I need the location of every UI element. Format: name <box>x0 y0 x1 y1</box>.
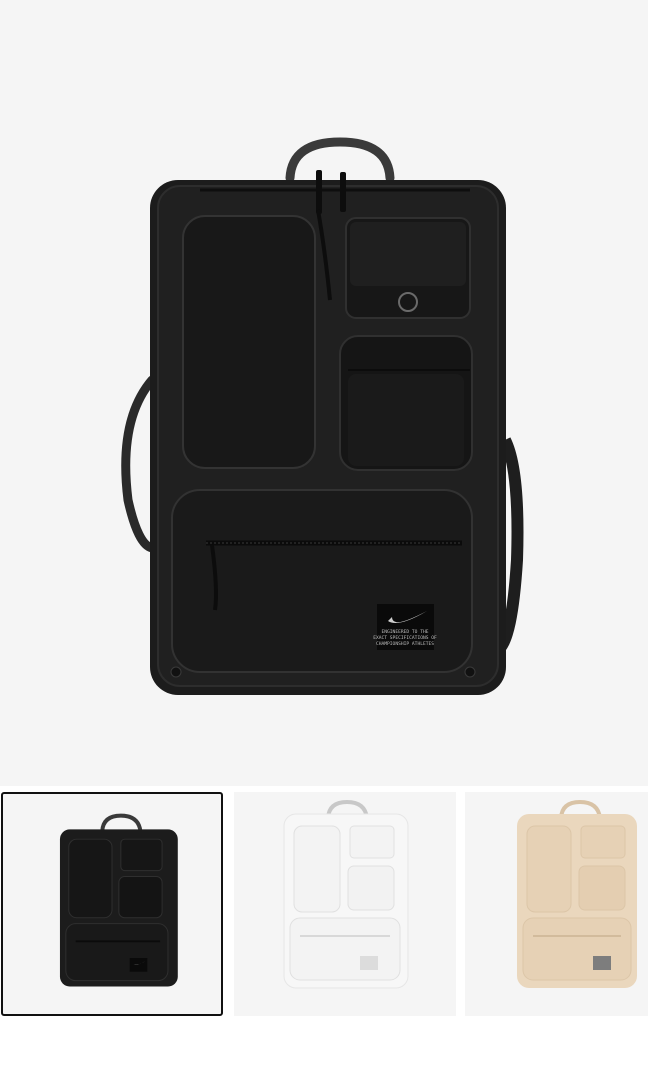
svg-text:EXACT SPECIFICATIONS OF: EXACT SPECIFICATIONS OF <box>373 635 437 641</box>
product-main-image: ENGINEERED TO THE EXACT SPECIFICATIONS O… <box>0 0 648 786</box>
thumbnail-white[interactable] <box>234 792 456 1016</box>
backpack-beige-thumbnail-image <box>517 799 637 988</box>
backpack-black-front-image: ENGINEERED TO THE EXACT SPECIFICATIONS O… <box>121 137 524 695</box>
color-variant-thumbnails <box>0 792 648 1018</box>
svg-text:ENGINEERED TO THE: ENGINEERED TO THE <box>381 629 428 635</box>
backpack-white-thumbnail-image <box>283 799 409 989</box>
thumbnail-beige[interactable] <box>465 792 648 1016</box>
backpack-black-thumbnail-image <box>59 813 178 987</box>
thumbnail-black[interactable] <box>1 792 223 1016</box>
svg-text:CHAMPIONSHIP ATHLETES: CHAMPIONSHIP ATHLETES <box>376 641 434 647</box>
